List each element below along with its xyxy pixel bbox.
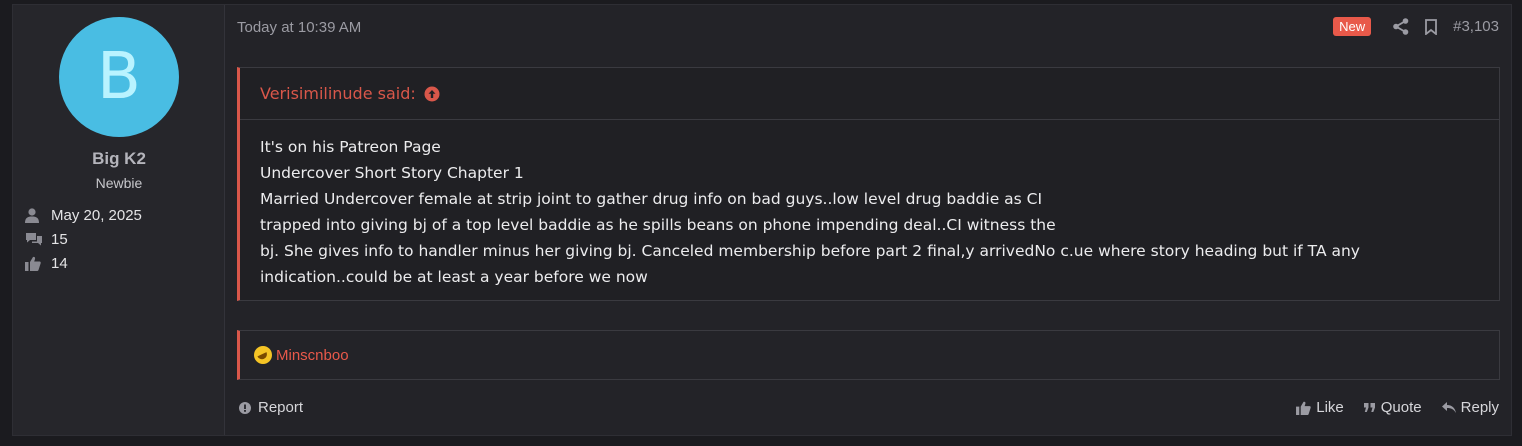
quote-line: indication..could be at least a year bef… — [260, 268, 648, 286]
laughing-emoji-icon — [254, 346, 272, 364]
comments-icon — [25, 232, 51, 246]
user-title: Newbie — [95, 175, 143, 191]
quote-line: trapped into giving bj of a top level ba… — [260, 216, 1056, 234]
user-sidebar: B Big K2 Newbie May 20, 2025 15 14 — [13, 5, 225, 435]
post-meta: New #3,103 — [1333, 17, 1499, 36]
reaction-count: 14 — [51, 254, 68, 272]
stat-messages: 15 — [25, 227, 142, 251]
quote-content: It's on his Patreon Page Undercover Shor… — [240, 120, 1499, 290]
quote-block: Verisimilinude said: It's on his Patreon… — [237, 67, 1500, 301]
reactions-bar: Minscnboo — [237, 330, 1500, 380]
username-link[interactable]: Big K2 — [13, 149, 225, 169]
share-icon[interactable] — [1393, 18, 1409, 35]
post-number-link[interactable]: #3,103 — [1453, 18, 1499, 35]
stat-reactions: 14 — [25, 251, 142, 275]
quote-header: Verisimilinude said: — [240, 68, 1499, 120]
reply-icon — [1441, 402, 1456, 413]
exclamation-circle-icon — [239, 401, 251, 414]
thumbs-up-icon — [25, 256, 51, 271]
joined-date: May 20, 2025 — [51, 206, 142, 224]
post-timestamp[interactable]: Today at 10:39 AM — [237, 19, 361, 36]
quote-label: Quote — [1380, 399, 1422, 416]
post-actions: Like Quote Reply — [1276, 399, 1499, 416]
user-icon — [25, 207, 51, 223]
thumbs-up-icon — [1296, 401, 1311, 415]
message-count: 15 — [51, 230, 68, 248]
quote-line: bj. She gives info to handler minus her … — [260, 242, 1360, 260]
report-button[interactable]: Report — [239, 399, 303, 416]
avatar-letter: B — [97, 40, 141, 114]
quote-line: Undercover Short Story Chapter 1 — [260, 164, 524, 182]
quote-line: It's on his Patreon Page — [260, 138, 441, 156]
reply-button[interactable]: Reply — [1441, 399, 1499, 416]
arrow-up-circle-icon[interactable] — [424, 86, 440, 102]
reaction-user-link[interactable]: Minscnboo — [276, 347, 349, 364]
user-stats: May 20, 2025 15 14 — [25, 203, 142, 275]
report-label: Report — [258, 399, 304, 416]
forum-post: B Big K2 Newbie May 20, 2025 15 14 Today… — [12, 4, 1512, 436]
stat-joined: May 20, 2025 — [25, 203, 142, 227]
like-button[interactable]: Like — [1296, 399, 1344, 416]
post-main: Today at 10:39 AM New #3,103 Verisimilin… — [225, 5, 1511, 435]
quote-line: Married Undercover female at strip joint… — [260, 190, 1043, 208]
new-badge: New — [1333, 17, 1372, 36]
avatar[interactable]: B — [59, 17, 179, 137]
quote-button[interactable]: Quote — [1363, 399, 1422, 416]
bookmark-icon[interactable] — [1425, 18, 1438, 35]
like-label: Like — [1316, 399, 1344, 416]
reply-label: Reply — [1460, 399, 1499, 416]
quote-icon — [1363, 402, 1375, 412]
quote-author-link[interactable]: Verisimilinude said: — [260, 84, 416, 103]
